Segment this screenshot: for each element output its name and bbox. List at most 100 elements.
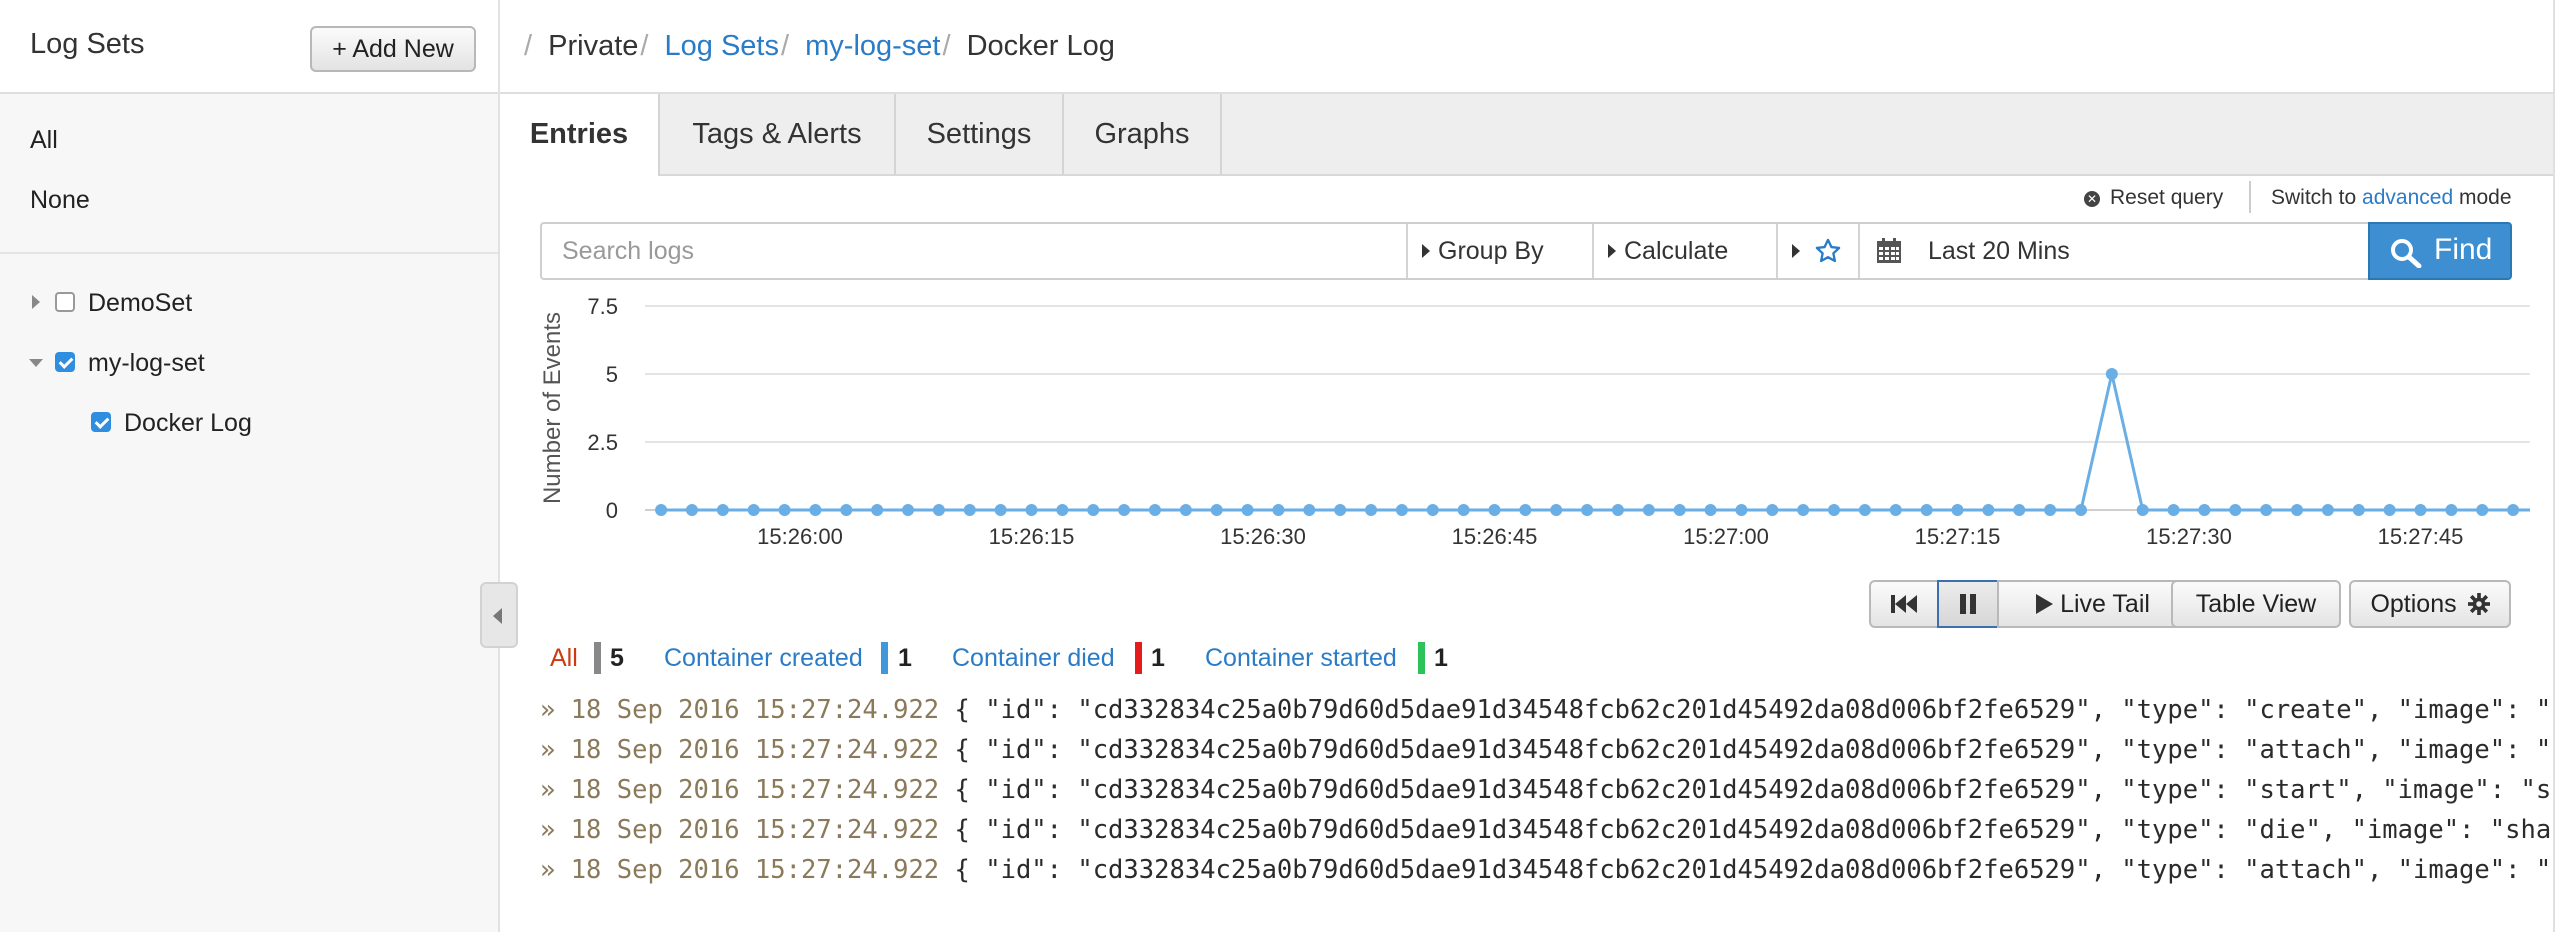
data-point — [840, 504, 853, 516]
caret-right-icon — [1608, 244, 1616, 258]
data-point — [1920, 504, 1933, 516]
tab-settings[interactable]: Settings — [896, 94, 1064, 174]
log-entry[interactable]: » 18 Sep 2016 15:27:24.922 { "id": "cd33… — [540, 810, 2553, 850]
rewind-button[interactable] — [1869, 580, 1939, 628]
data-point — [1334, 504, 1347, 516]
legend-item-all[interactable]: All — [550, 644, 578, 673]
close-circle-icon: ✕ — [2084, 191, 2100, 207]
calculate-dropdown[interactable]: Calculate — [1592, 224, 1776, 278]
log-entries: » 18 Sep 2016 15:27:24.922 { "id": "cd33… — [540, 690, 2553, 900]
data-point — [1272, 504, 1285, 516]
saved-queries-dropdown[interactable] — [1776, 224, 1858, 278]
data-point — [871, 504, 884, 516]
sidebar-divider — [0, 252, 498, 254]
legend-swatch — [1418, 642, 1425, 674]
find-button[interactable]: Find — [2368, 222, 2512, 280]
collapse-caret-icon[interactable] — [29, 359, 43, 367]
data-point — [932, 504, 945, 516]
legend-count: 5 — [610, 644, 624, 672]
log-message: { "id": "cd332834c25a0b79d60d5dae91d3454… — [954, 775, 2553, 805]
legend-swatch — [881, 642, 888, 674]
y-axis-label: Number of Events — [539, 312, 566, 504]
data-point — [1797, 504, 1810, 516]
data-point — [2136, 504, 2149, 516]
live-tail-button[interactable]: Live Tail — [1997, 580, 2187, 628]
switch-prefix: Switch to — [2271, 186, 2357, 209]
log-entry[interactable]: » 18 Sep 2016 15:27:24.922 { "id": "cd33… — [540, 770, 2553, 810]
x-tick-label: 15:27:30 — [2146, 524, 2232, 549]
data-point — [2414, 504, 2427, 516]
my-log-set-checkbox[interactable] — [55, 352, 75, 372]
options-label: Options — [2370, 590, 2457, 618]
legend-label: Container created — [664, 644, 863, 672]
caret-right-icon — [1422, 244, 1430, 258]
search-input[interactable] — [542, 224, 1406, 278]
legend-item-container-started[interactable]: Container started — [1205, 644, 1397, 673]
group-by-dropdown[interactable]: Group By — [1406, 224, 1592, 278]
data-point — [2044, 504, 2057, 516]
log-entry[interactable]: » 18 Sep 2016 15:27:24.922 { "id": "cd33… — [540, 730, 2553, 770]
log-message: { "id": "cd332834c25a0b79d60d5dae91d3454… — [954, 815, 2553, 845]
breadcrumb-separator: / — [942, 30, 951, 62]
x-tick-label: 15:27:00 — [1683, 524, 1769, 549]
select-none-link[interactable]: None — [30, 186, 90, 215]
tab-entries[interactable]: Entries — [500, 94, 660, 176]
collapse-sidebar-button[interactable] — [480, 582, 518, 648]
data-point — [1488, 504, 1501, 516]
data-point — [1642, 504, 1655, 516]
tree-item-docker-log[interactable]: Docker Log — [124, 409, 252, 438]
reset-query-link[interactable]: ✕ Reset query — [2084, 186, 2223, 210]
legend-item-container-died[interactable]: Container died — [952, 644, 1115, 673]
data-point — [1735, 504, 1748, 516]
breadcrumb-my-log-set[interactable]: my-log-set — [805, 30, 940, 62]
select-all-link[interactable]: All — [30, 126, 58, 155]
switch-suffix: mode — [2458, 186, 2512, 209]
tree-item-my-log-set[interactable]: my-log-set — [88, 349, 205, 378]
breadcrumb-log-sets[interactable]: Log Sets — [665, 30, 779, 62]
play-icon — [2036, 594, 2054, 614]
time-range-label: Last 20 Mins — [1928, 237, 2070, 265]
data-point — [963, 504, 976, 516]
options-button[interactable]: Options — [2349, 580, 2511, 628]
pause-button[interactable] — [1937, 580, 1999, 628]
demoset-checkbox[interactable] — [55, 292, 75, 312]
time-range-picker[interactable]: Last 20 Mins — [1858, 224, 2368, 278]
data-point — [1426, 504, 1439, 516]
tab-graphs[interactable]: Graphs — [1064, 94, 1222, 174]
legend-item-container-created[interactable]: Container created — [664, 644, 863, 673]
query-bar: Group By Calculate Last 20 Mins Find — [540, 222, 2512, 280]
y-tick-label: 5 — [606, 362, 618, 387]
divider — [2249, 181, 2251, 213]
data-point — [1550, 504, 1563, 516]
table-view-button[interactable]: Table View — [2171, 580, 2341, 628]
tab-tags-alerts[interactable]: Tags & Alerts — [660, 94, 896, 174]
live-tail-label: Live Tail — [2060, 590, 2150, 618]
log-entry[interactable]: » 18 Sep 2016 15:27:24.922 { "id": "cd33… — [540, 850, 2553, 890]
y-tick-label: 2.5 — [587, 430, 618, 455]
star-icon[interactable] — [1814, 237, 1842, 265]
data-point — [902, 504, 915, 516]
skip-back-icon — [1891, 595, 1917, 613]
sidebar-header: Log Sets + Add New — [0, 0, 498, 94]
advanced-mode-link[interactable]: advanced — [2362, 186, 2453, 209]
data-point — [1210, 504, 1223, 516]
log-entry[interactable]: » 18 Sep 2016 15:27:24.922 { "id": "cd33… — [540, 690, 2553, 730]
expand-caret-icon[interactable] — [32, 295, 40, 309]
y-tick-label: 7.5 — [587, 294, 618, 319]
docker-log-checkbox[interactable] — [91, 412, 111, 432]
data-point — [1056, 504, 1069, 516]
x-tick-label: 15:27:15 — [1915, 524, 2001, 549]
data-point — [1148, 504, 1161, 516]
data-point — [2291, 504, 2304, 516]
log-timestamp: » 18 Sep 2016 15:27:24.922 — [540, 735, 940, 765]
data-point — [2229, 504, 2242, 516]
tree-item-demoset[interactable]: DemoSet — [88, 289, 192, 318]
log-timestamp: » 18 Sep 2016 15:27:24.922 — [540, 815, 940, 845]
log-timestamp: » 18 Sep 2016 15:27:24.922 — [540, 695, 940, 725]
data-point — [716, 504, 729, 516]
add-new-button[interactable]: + Add New — [310, 26, 476, 72]
data-point — [1611, 504, 1624, 516]
data-point — [1395, 504, 1408, 516]
data-point — [1673, 504, 1686, 516]
legend-label: Container died — [952, 644, 1115, 672]
